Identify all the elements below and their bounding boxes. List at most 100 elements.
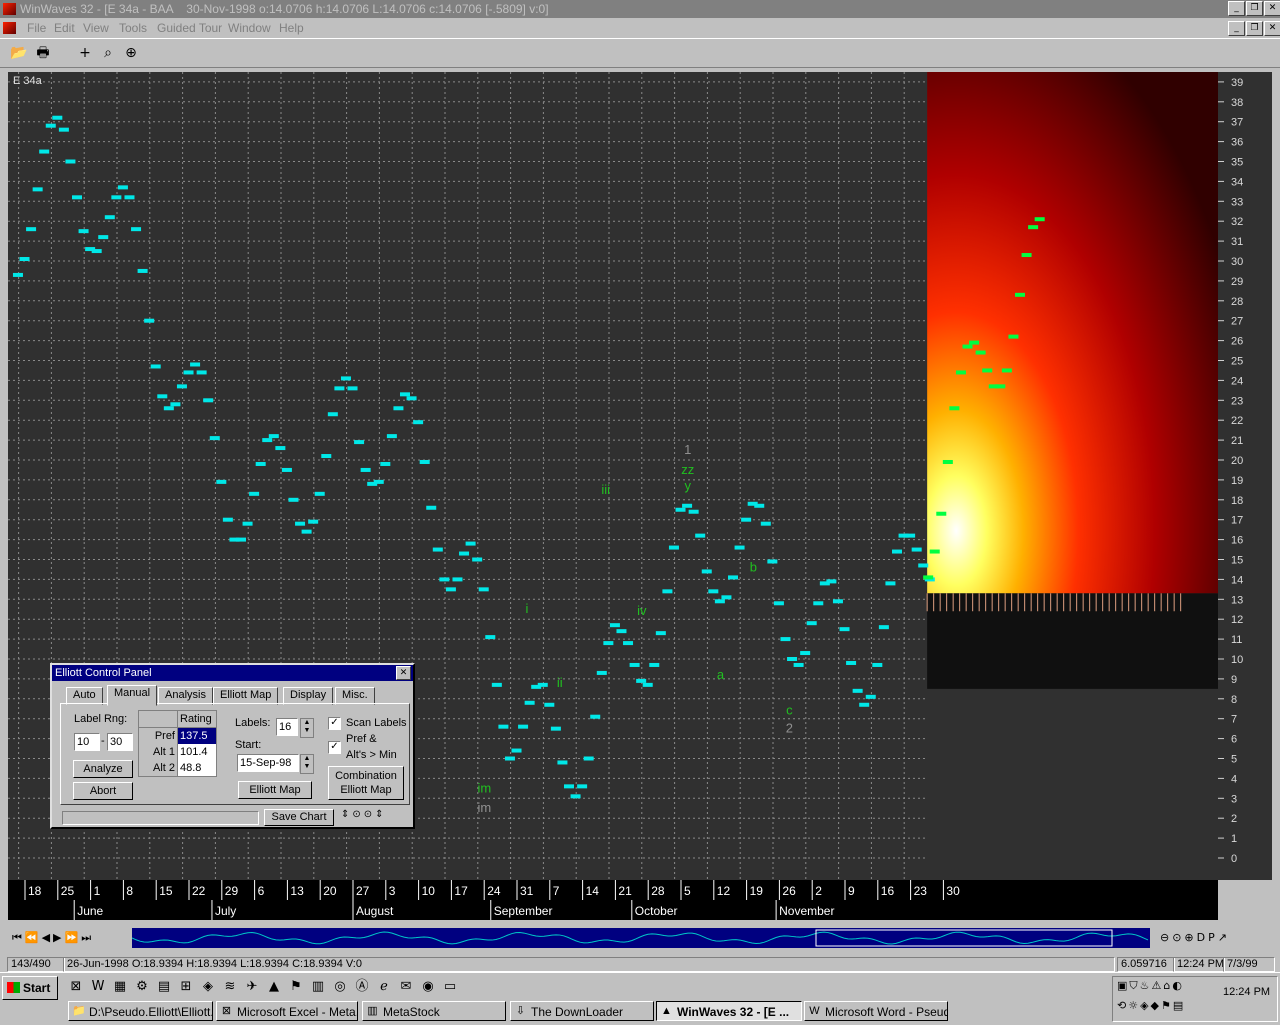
wave-label[interactable]: zz bbox=[681, 462, 694, 477]
wave-label[interactable]: c bbox=[786, 703, 793, 718]
price-bar[interactable] bbox=[65, 159, 76, 164]
doc-restore-button[interactable]: ❐ bbox=[1246, 21, 1263, 36]
price-bar[interactable] bbox=[728, 575, 738, 580]
menu-guided-tour[interactable]: Guided Tour bbox=[157, 21, 222, 35]
abort-button[interactable]: Abort bbox=[73, 782, 133, 800]
price-bar[interactable] bbox=[544, 702, 555, 707]
menu-window[interactable]: Window bbox=[228, 21, 271, 35]
price-bar[interactable] bbox=[839, 627, 850, 632]
quicklaunch-chart-icon[interactable]: ▤ bbox=[154, 977, 174, 997]
price-bar[interactable] bbox=[419, 459, 430, 464]
start-spinner[interactable]: ▲ ▼ bbox=[300, 754, 314, 774]
price-bar[interactable] bbox=[242, 521, 253, 526]
price-bar[interactable] bbox=[183, 370, 194, 375]
price-bar[interactable] bbox=[222, 517, 233, 522]
price-bar[interactable] bbox=[511, 748, 522, 753]
quicklaunch-tool-icon[interactable]: ⚙ bbox=[132, 977, 152, 997]
menu-file[interactable]: File bbox=[27, 21, 46, 35]
price-bar[interactable] bbox=[124, 195, 135, 200]
start-date-field[interactable]: 15-Sep-98 bbox=[237, 754, 299, 772]
price-bar[interactable] bbox=[655, 631, 666, 636]
price-bar[interactable] bbox=[760, 521, 771, 526]
restore-button[interactable]: ❐ bbox=[1246, 1, 1263, 16]
task-excel[interactable]: ⊠ Microsoft Excel - Meta... bbox=[216, 1001, 358, 1021]
price-bar[interactable] bbox=[695, 533, 706, 538]
quicklaunch-outlook-icon[interactable]: ✉ bbox=[396, 977, 416, 997]
quicklaunch-flag-icon[interactable]: ⚑ bbox=[286, 977, 306, 997]
price-bar[interactable] bbox=[334, 386, 345, 391]
analyze-button[interactable]: Analyze bbox=[73, 760, 133, 778]
price-bar[interactable] bbox=[892, 549, 902, 554]
quicklaunch-calc-icon[interactable]: ▦ bbox=[110, 977, 130, 997]
target-icon[interactable]: ⊕ bbox=[120, 42, 142, 64]
table-row[interactable]: Alt 1 101.4 bbox=[138, 744, 217, 760]
price-bar[interactable] bbox=[373, 479, 384, 484]
projection-bar[interactable] bbox=[1028, 225, 1039, 230]
price-bar[interactable] bbox=[288, 497, 299, 502]
price-bar[interactable] bbox=[498, 724, 509, 729]
projection-bar[interactable] bbox=[936, 511, 947, 516]
wave-label[interactable]: iv bbox=[637, 603, 647, 618]
quicklaunch-metastock-icon[interactable]: ▥ bbox=[308, 977, 328, 997]
zoom-icon[interactable]: ⌕ bbox=[97, 42, 119, 64]
price-bar[interactable] bbox=[117, 185, 128, 190]
task-metastock[interactable]: ▥ MetaStock bbox=[362, 1001, 506, 1021]
price-bar[interactable] bbox=[583, 756, 594, 761]
price-bar[interactable] bbox=[144, 318, 155, 323]
price-bar[interactable] bbox=[406, 396, 417, 401]
price-bar[interactable] bbox=[714, 599, 725, 604]
projection-bar[interactable] bbox=[1015, 292, 1025, 297]
table-row[interactable]: Pref 137.5 bbox=[138, 727, 217, 744]
table-row[interactable]: Alt 2 48.8 bbox=[138, 760, 217, 777]
price-bar[interactable] bbox=[190, 362, 201, 367]
panel-title-bar[interactable]: Elliott Control Panel ✕ bbox=[52, 665, 413, 681]
wave-label[interactable]: b bbox=[750, 559, 757, 574]
price-bar[interactable] bbox=[491, 682, 502, 687]
save-chart-button[interactable]: Save Chart bbox=[264, 809, 334, 826]
price-bar[interactable] bbox=[203, 398, 214, 403]
elliott-map-button[interactable]: Elliott Map bbox=[238, 781, 312, 799]
doc-minimize-button[interactable]: _ bbox=[1228, 21, 1245, 36]
nav-controls[interactable]: ⏮⏪◀▶⏩⏭ bbox=[12, 931, 94, 945]
price-bar[interactable] bbox=[26, 227, 37, 232]
price-bar[interactable] bbox=[400, 392, 410, 397]
quicklaunch-desktop-icon[interactable]: ▭ bbox=[440, 977, 460, 997]
price-bar[interactable] bbox=[137, 268, 148, 273]
price-bar[interactable] bbox=[91, 249, 102, 254]
open-icon[interactable]: 📂 bbox=[8, 42, 30, 64]
close-button[interactable]: ✕ bbox=[1264, 1, 1280, 16]
price-bar[interactable] bbox=[275, 446, 286, 451]
quicklaunch-a-icon[interactable]: Ⓐ bbox=[352, 977, 372, 997]
price-bar[interactable] bbox=[111, 195, 122, 200]
price-bar[interactable] bbox=[859, 702, 870, 707]
wave-label[interactable]: 1 bbox=[684, 442, 691, 457]
quicklaunch-grid-icon[interactable]: ⊞ bbox=[176, 977, 196, 997]
wave-label[interactable]: y bbox=[684, 478, 691, 493]
price-bar[interactable] bbox=[773, 601, 784, 606]
price-bar[interactable] bbox=[826, 579, 837, 584]
price-bar[interactable] bbox=[131, 227, 142, 232]
tab-manual[interactable]: Manual bbox=[107, 685, 158, 706]
range-to-field[interactable]: 30 bbox=[107, 733, 133, 751]
quicklaunch-plane-icon[interactable]: ✈ bbox=[242, 977, 262, 997]
price-bar[interactable] bbox=[236, 537, 246, 542]
price-bar[interactable] bbox=[623, 641, 634, 646]
projection-bar[interactable] bbox=[949, 406, 960, 411]
projection-bar[interactable] bbox=[942, 459, 953, 464]
task-elliott-folder[interactable]: 📁 D:\Pseudo.Elliott\Elliott... bbox=[68, 1001, 213, 1021]
price-bar[interactable] bbox=[550, 726, 561, 731]
price-bar[interactable] bbox=[432, 547, 443, 552]
wave-label[interactable]: a bbox=[717, 667, 725, 682]
combination-elliott-map-button[interactable]: Combination Elliott Map bbox=[328, 766, 404, 800]
price-bar[interactable] bbox=[682, 503, 693, 508]
projection-bar[interactable] bbox=[982, 368, 993, 373]
price-bar[interactable] bbox=[98, 235, 109, 240]
price-bar[interactable] bbox=[19, 257, 30, 262]
doc-icon[interactable] bbox=[3, 22, 16, 34]
price-bar[interactable] bbox=[642, 682, 653, 687]
price-bar[interactable] bbox=[459, 551, 470, 556]
price-bar[interactable] bbox=[380, 461, 391, 466]
projection-bar[interactable] bbox=[995, 384, 1006, 389]
price-bar[interactable] bbox=[386, 434, 397, 439]
price-bar[interactable] bbox=[340, 376, 351, 381]
